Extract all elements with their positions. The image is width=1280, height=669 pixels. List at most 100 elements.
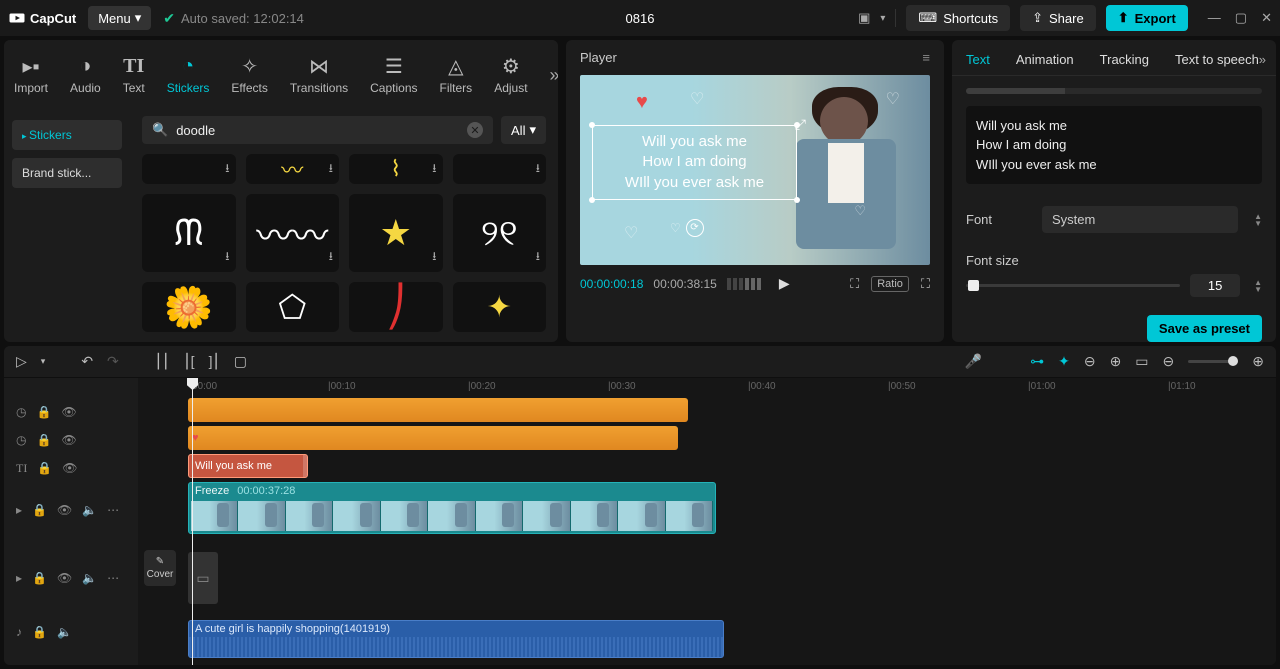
download-icon[interactable]: ⭳ (329, 247, 333, 268)
rotate-icon[interactable]: ⟳ (686, 219, 704, 237)
font-size-value[interactable]: 15 (1190, 274, 1240, 297)
eye-icon[interactable]: 👁 (62, 461, 77, 475)
sticker-item[interactable]: ✦ (453, 282, 547, 332)
mute-icon[interactable]: 🔈 (82, 571, 97, 585)
delete-icon[interactable]: ▢ (234, 353, 247, 370)
tab-audio[interactable]: ◑Audio (70, 55, 101, 95)
tab-text[interactable]: TIText (123, 55, 145, 95)
effect-clip[interactable]: ♥ (188, 426, 678, 450)
eye-icon[interactable]: 👁 (57, 503, 72, 517)
sticker-item[interactable]: ⬠ (246, 282, 340, 332)
more-icon[interactable]: ⋯ (107, 503, 119, 517)
filter-all-button[interactable]: All▾ (501, 116, 546, 144)
align-icon[interactable]: ⊕ (1110, 353, 1122, 370)
pointer-tool-icon[interactable]: ▷ (16, 353, 27, 370)
more-icon[interactable]: » (1259, 52, 1266, 67)
eye-icon[interactable]: 👁 (57, 571, 72, 585)
undo-icon[interactable]: ↶ (81, 353, 93, 370)
sticker-item[interactable]: ୨୧⭳ (453, 194, 547, 272)
text-content-box[interactable]: Will you ask me How I am doing WIll you … (966, 106, 1262, 185)
font-select[interactable]: System (1042, 206, 1238, 233)
tab-effects[interactable]: ✧Effects (231, 55, 267, 95)
mute-icon[interactable]: 🔈 (82, 503, 97, 517)
player-canvas[interactable]: ♥ ♡ ♡ ♡ ♡ ♡ ⤢ Will you ask me How I am d… (580, 75, 930, 265)
layout-icon[interactable]: ▣ (858, 10, 870, 26)
save-preset-button[interactable]: Save as preset (1147, 315, 1262, 342)
sticker-item[interactable]: ᙏ⭳ (142, 194, 236, 272)
split-left-icon[interactable]: ⎮[ (183, 353, 194, 370)
search-input[interactable] (176, 123, 459, 138)
subtab-bubble[interactable]: Bubble (1065, 88, 1164, 94)
lock-icon[interactable]: 🔒 (37, 461, 52, 475)
subtab-effects[interactable]: Effects (1163, 88, 1262, 94)
playhead[interactable] (192, 378, 193, 665)
size-stepper[interactable]: ▲▼ (1254, 279, 1262, 293)
tab-captions[interactable]: ☰Captions (370, 55, 417, 95)
download-icon[interactable]: ⭳ (432, 247, 436, 268)
insp-tab-tts[interactable]: Text to speech (1175, 52, 1259, 67)
redo-icon[interactable]: ↷ (107, 353, 119, 370)
sticker-item[interactable]: 〰⭳ (246, 154, 340, 184)
tab-stickers[interactable]: ◔Stickers (167, 55, 210, 95)
tab-import[interactable]: ▸▪Import (14, 55, 48, 95)
eye-icon[interactable]: 👁 (61, 405, 76, 419)
font-size-slider[interactable] (966, 284, 1180, 287)
preview-icon[interactable]: ▭ (1135, 353, 1148, 370)
link-icon[interactable]: ⊖ (1084, 353, 1096, 370)
lock-icon[interactable]: 🔒 (36, 405, 51, 419)
tab-adjust[interactable]: ⚙Adjust (494, 55, 527, 95)
shortcuts-button[interactable]: ⌨ Shortcuts (906, 5, 1010, 31)
eye-icon[interactable]: 👁 (61, 433, 76, 447)
player-menu-icon[interactable]: ≡ (922, 50, 930, 65)
video-clip[interactable]: Freeze00:00:37:28 (188, 482, 716, 534)
category-stickers[interactable]: ▸ Stickers (12, 120, 122, 150)
maximize-icon[interactable]: ▢ (1235, 10, 1247, 26)
close-icon[interactable]: ✕ (1261, 10, 1272, 26)
split-icon[interactable]: ⎮⎮ (155, 353, 170, 370)
audio-clip[interactable]: A cute girl is happily shopping(1401919) (188, 620, 724, 658)
zoom-out-icon[interactable]: ⊖ (1163, 353, 1175, 370)
chevron-down-icon[interactable]: ▾ (880, 13, 885, 24)
magnet-icon[interactable]: ⊶ (1030, 353, 1044, 370)
linkage-icon[interactable]: ✦ (1058, 353, 1070, 370)
timeline-ruler[interactable]: 00:00 |00:10 |00:20 |00:30 |00:40 |00:50… (138, 378, 1276, 398)
zoom-slider[interactable] (1188, 360, 1238, 363)
clear-search-icon[interactable]: ✕ (467, 122, 483, 138)
effect-clip[interactable] (188, 398, 688, 422)
insp-tab-text[interactable]: Text (966, 52, 990, 67)
lock-icon[interactable]: 🔒 (32, 625, 47, 639)
split-right-icon[interactable]: ]⎮ (209, 353, 220, 370)
sticker-item[interactable]: 〰〰⭳ (246, 194, 340, 272)
download-icon[interactable]: ⭳ (432, 159, 436, 180)
insp-tab-tracking[interactable]: Tracking (1100, 52, 1149, 67)
crop-icon[interactable]: ⛶ (850, 276, 859, 292)
font-stepper[interactable]: ▲▼ (1254, 213, 1262, 227)
download-icon[interactable]: ⭳ (329, 159, 333, 180)
download-icon[interactable]: ⭳ (225, 247, 229, 268)
lock-icon[interactable]: 🔒 (32, 503, 47, 517)
download-icon[interactable]: ⭳ (225, 159, 229, 180)
subtab-basic[interactable]: Basic (966, 88, 1065, 94)
lock-icon[interactable]: 🔒 (32, 571, 47, 585)
fullscreen-icon[interactable]: ⛶ (921, 276, 930, 292)
sticker-item[interactable]: ★⭳ (349, 194, 443, 272)
more-tabs-icon[interactable]: » (550, 65, 558, 86)
download-icon[interactable]: ⭳ (536, 159, 540, 180)
resize-icon[interactable]: ⤢ (795, 116, 806, 133)
frame-strip-icon[interactable] (727, 278, 761, 290)
text-overlay-selection[interactable]: ⤢ Will you ask me How I am doing WIll yo… (592, 125, 797, 200)
share-button[interactable]: ⇪ Share (1020, 5, 1096, 31)
sticker-item[interactable]: 🌼 (142, 282, 236, 332)
mic-icon[interactable]: 🎤 (965, 353, 982, 370)
timeline-tracks[interactable]: 00:00 |00:10 |00:20 |00:30 |00:40 |00:50… (138, 378, 1276, 665)
export-button[interactable]: ⬆ Export (1106, 5, 1188, 31)
tab-transitions[interactable]: ⋈Transitions (290, 55, 348, 95)
chevron-down-icon[interactable]: ▾ (41, 356, 46, 367)
lock-icon[interactable]: 🔒 (36, 433, 51, 447)
cover-button[interactable]: ✎Cover (144, 550, 176, 586)
project-title[interactable]: 0816 (626, 11, 655, 26)
sticker-item[interactable]: ⭳ (142, 154, 236, 184)
more-icon[interactable]: ⋯ (107, 571, 119, 585)
category-brand[interactable]: Brand stick... (12, 158, 122, 188)
sticker-item[interactable]: ⭳ (453, 154, 547, 184)
